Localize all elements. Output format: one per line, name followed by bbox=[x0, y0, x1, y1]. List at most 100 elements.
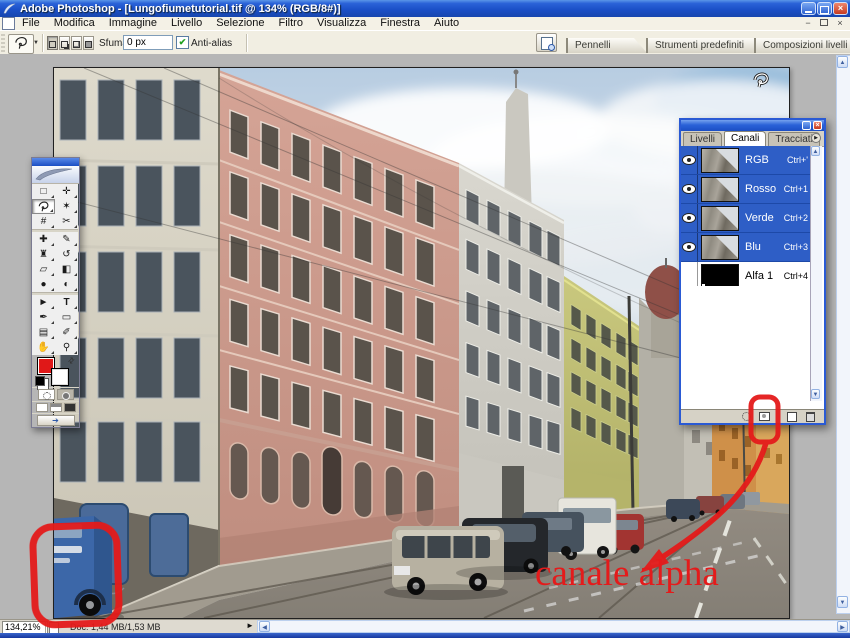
jump-to-imageready-button[interactable]: ➔ bbox=[37, 415, 75, 426]
channel-row-rosso[interactable]: Rosso Ctrl+1 bbox=[681, 175, 813, 204]
lasso-tool[interactable] bbox=[32, 199, 55, 214]
doc-minimize-button[interactable]: − bbox=[802, 18, 814, 29]
history-brush-tool[interactable]: ↺ bbox=[55, 247, 78, 262]
swap-colors-icon[interactable]: ⇄ bbox=[66, 355, 77, 366]
subtract-selection-button[interactable] bbox=[71, 36, 82, 50]
menu-visualizza[interactable]: Visualizza bbox=[310, 17, 373, 30]
channel-row-blu[interactable]: Blu Ctrl+3 bbox=[681, 233, 813, 262]
toolbox-titlebar[interactable] bbox=[32, 158, 79, 166]
crop-tool[interactable]: # bbox=[32, 214, 55, 229]
channel-row-verde[interactable]: Verde Ctrl+2 bbox=[681, 204, 813, 233]
blur-tool[interactable]: ● bbox=[32, 277, 55, 292]
menu-modifica[interactable]: Modifica bbox=[47, 17, 102, 30]
palette-scroll-up-icon[interactable]: ▲ bbox=[811, 146, 820, 156]
palette-scrollbar[interactable]: ▲ ▼ bbox=[810, 146, 822, 401]
quick-mask-mode-button[interactable] bbox=[57, 389, 74, 400]
doc-restore-button[interactable] bbox=[818, 18, 830, 29]
rectangle-tool[interactable]: ▭ bbox=[55, 310, 78, 325]
eyedropper-tool[interactable]: ✐ bbox=[55, 325, 78, 340]
tab-composizioni-livelli[interactable]: Composizioni livelli bbox=[754, 38, 850, 53]
new-selection-button[interactable] bbox=[47, 36, 58, 50]
pen-tool[interactable]: ✒ bbox=[32, 310, 55, 325]
close-button[interactable]: × bbox=[833, 2, 848, 15]
palette-tabs: Livelli Canali Tracciati ▶ bbox=[681, 131, 824, 147]
car-shadow bbox=[456, 566, 552, 580]
type-tool[interactable]: T bbox=[55, 295, 78, 310]
palette-titlebar[interactable]: × bbox=[681, 120, 824, 131]
fullscreen-button[interactable] bbox=[64, 403, 76, 412]
clone-stamp-icon: ♜ bbox=[39, 247, 48, 262]
visibility-toggle[interactable] bbox=[681, 233, 698, 261]
standard-mode-button[interactable] bbox=[38, 389, 55, 400]
doc-close-button[interactable]: × bbox=[834, 18, 846, 29]
menu-livello[interactable]: Livello bbox=[164, 17, 209, 30]
palette-close-icon[interactable]: × bbox=[813, 121, 822, 130]
save-selection-as-channel-button[interactable] bbox=[757, 412, 771, 421]
dodge-tool[interactable]: ◐ bbox=[55, 277, 78, 292]
antialias-label: Anti-alias bbox=[191, 38, 232, 49]
antialias-checkbox[interactable]: ✔ bbox=[176, 36, 189, 49]
hand-tool[interactable]: ✋ bbox=[32, 340, 55, 355]
clone-stamp-tool[interactable]: ♜ bbox=[32, 247, 55, 262]
rectangle-icon: ▭ bbox=[62, 310, 71, 325]
fullscreen-menubar-button[interactable] bbox=[50, 403, 62, 412]
gradient-tool[interactable]: ◧ bbox=[55, 262, 78, 277]
default-colors-icon[interactable] bbox=[35, 376, 45, 386]
photoshop-app-icon bbox=[3, 2, 16, 15]
restore-button[interactable] bbox=[817, 2, 832, 15]
eraser-tool[interactable]: ▱ bbox=[32, 262, 55, 277]
palette-menu-icon[interactable]: ▶ bbox=[811, 133, 821, 143]
zoom-tool[interactable]: ⚲ bbox=[55, 340, 78, 355]
menu-finestra[interactable]: Finestra bbox=[373, 17, 427, 30]
healing-brush-tool[interactable]: ✚ bbox=[32, 232, 55, 247]
pen-icon: ✒ bbox=[39, 310, 47, 325]
palette-scroll-down-icon[interactable]: ▼ bbox=[811, 389, 820, 399]
channel-row-rgb[interactable]: RGB Ctrl+' bbox=[681, 146, 813, 175]
tab-canali[interactable]: Canali bbox=[724, 131, 766, 146]
tab-pennelli[interactable]: Pennelli bbox=[566, 38, 647, 53]
file-browser-button[interactable] bbox=[536, 33, 557, 52]
channel-name: Alfa 1 bbox=[745, 270, 773, 282]
menu-selezione[interactable]: Selezione bbox=[209, 17, 271, 30]
visibility-toggle[interactable] bbox=[681, 146, 698, 174]
rectangular-marquee-tool[interactable]: □ bbox=[32, 184, 55, 199]
move-tool[interactable]: ✛ bbox=[55, 184, 78, 199]
menu-aiuto[interactable]: Aiuto bbox=[427, 17, 466, 30]
menu-filtro[interactable]: Filtro bbox=[272, 17, 310, 30]
notes-tool[interactable]: ▤ bbox=[32, 325, 55, 340]
menu-file[interactable]: File bbox=[15, 17, 47, 30]
intersect-selection-button[interactable] bbox=[83, 36, 94, 50]
visibility-toggle[interactable] bbox=[681, 204, 698, 232]
horizontal-scrollbar[interactable]: ◀ ▶ bbox=[257, 620, 850, 633]
titlebar[interactable]: Adobe Photoshop - [Lungofiumetutorial.ti… bbox=[0, 0, 850, 17]
tool-preset-dropdown-icon[interactable]: ▼ bbox=[33, 40, 39, 46]
standard-screen-button[interactable] bbox=[36, 403, 48, 412]
background-color-swatch[interactable] bbox=[51, 368, 69, 386]
current-tool-preview[interactable] bbox=[8, 34, 34, 54]
palette-minimize-button[interactable] bbox=[802, 121, 811, 130]
scroll-left-icon[interactable]: ◀ bbox=[259, 621, 270, 632]
delete-channel-button[interactable] bbox=[803, 412, 817, 421]
vertical-scrollbar[interactable]: ▲ ▼ bbox=[836, 55, 850, 614]
trash-icon bbox=[806, 412, 815, 422]
scroll-up-icon[interactable]: ▲ bbox=[837, 56, 848, 68]
visibility-toggle[interactable] bbox=[681, 175, 698, 203]
new-channel-button[interactable] bbox=[785, 412, 799, 421]
slice-tool[interactable]: ✂ bbox=[55, 214, 78, 229]
feather-input[interactable] bbox=[123, 35, 173, 50]
options-grip[interactable] bbox=[1, 34, 5, 52]
eraser-icon: ▱ bbox=[40, 262, 48, 277]
menu-immagine[interactable]: Immagine bbox=[102, 17, 164, 30]
minimize-button[interactable] bbox=[801, 2, 816, 15]
path-selection-tool[interactable]: ► bbox=[32, 295, 55, 310]
scroll-down-icon[interactable]: ▼ bbox=[837, 596, 848, 608]
add-selection-button[interactable] bbox=[59, 36, 70, 50]
scroll-right-icon[interactable]: ▶ bbox=[837, 621, 848, 632]
tab-livelli[interactable]: Livelli bbox=[683, 132, 722, 146]
magic-wand-tool[interactable]: ✶ bbox=[55, 199, 78, 214]
load-selection-button[interactable] bbox=[739, 412, 753, 421]
brush-tool[interactable]: ✎ bbox=[55, 232, 78, 247]
channel-thumbnail bbox=[701, 206, 739, 231]
status-menu-icon[interactable]: ► bbox=[246, 621, 254, 630]
status-bar: Doc: 1,44 MB/1,53 MB ► ◀ ▶ bbox=[0, 619, 850, 634]
